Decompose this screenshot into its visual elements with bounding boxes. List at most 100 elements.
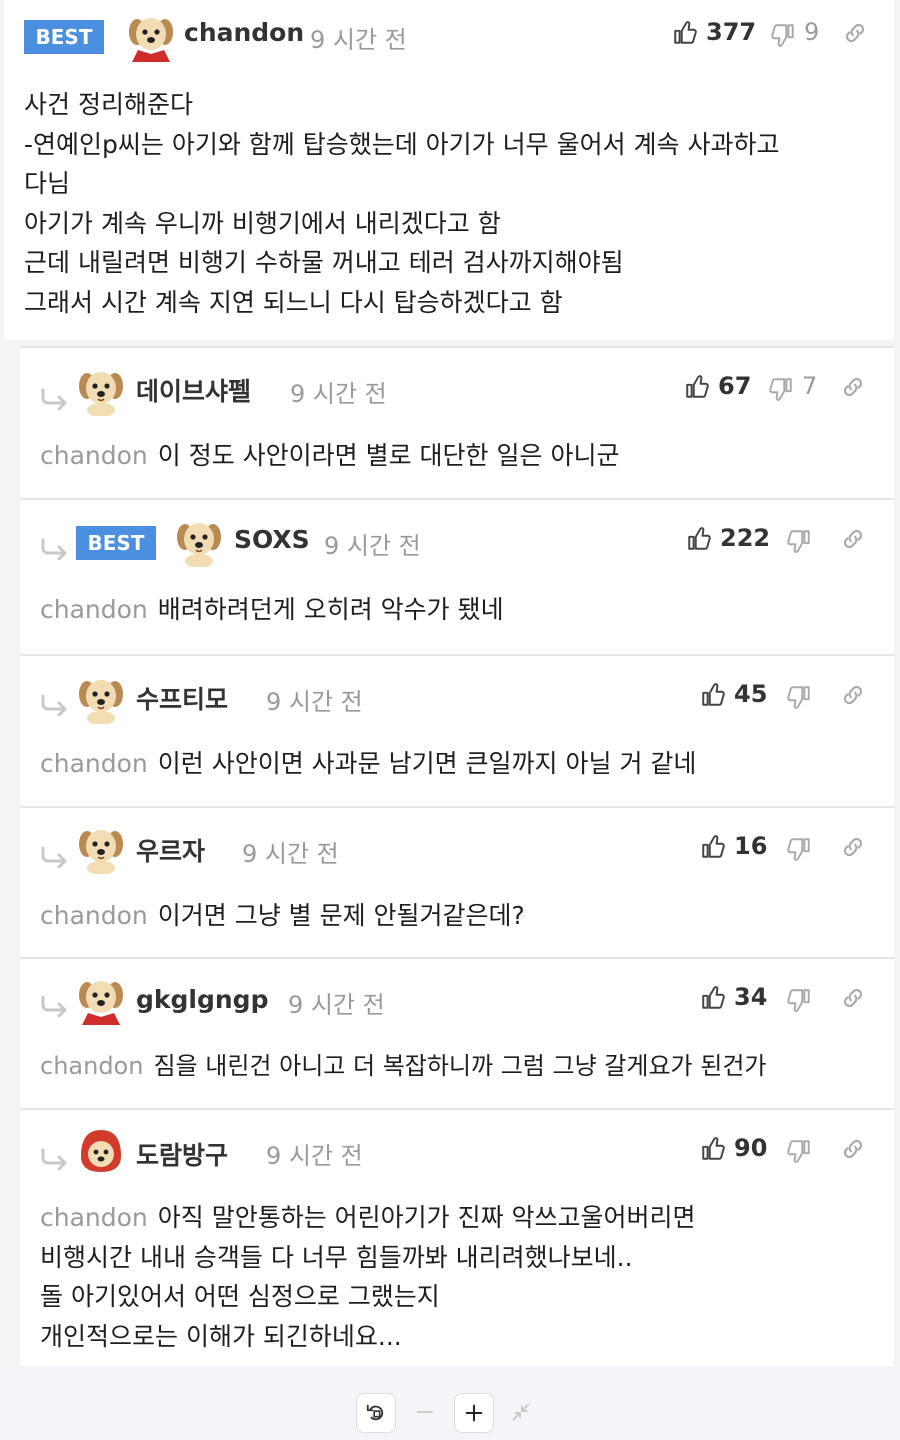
link-icon[interactable]: [840, 985, 866, 1011]
like-count: 16: [734, 832, 768, 860]
reply-nickname[interactable]: 데이브샤펠: [136, 372, 251, 408]
reply-line: 비행시간 내내 승객들 다 너무 힘들까봐 내리려했나보네..: [40, 1242, 633, 1272]
zoom-in-button[interactable]: [454, 1393, 494, 1433]
reply-nickname[interactable]: 도람방구: [136, 1136, 228, 1172]
reply-line: 짐을 내린건 아니고 더 복잡하니까 그럼 그냥 갈게요가 된건가: [153, 1052, 767, 1080]
mention-tag[interactable]: chandon: [40, 749, 148, 778]
mention-tag[interactable]: chandon: [40, 1052, 143, 1080]
reply-time: 9 시간 전: [288, 991, 385, 1019]
reply-body: chandon 이거면 그냥 별 문제 안될거같은데?: [40, 896, 525, 936]
reply-body: chandon 짐을 내린건 아니고 더 복잡하니까 그럼 그냥 갈게요가 된건가: [40, 1047, 766, 1087]
puppy-avatar-icon[interactable]: [76, 1126, 126, 1176]
thumbs-down-icon[interactable]: [786, 1138, 812, 1164]
reply-line: 개인적으로는 이해가 되긴하네요...: [40, 1321, 402, 1351]
thumbs-down-icon[interactable]: [786, 528, 812, 554]
reply-body: chandon 이 정도 사안이라면 별로 대단한 일은 아니군: [40, 436, 619, 476]
thumbs-down-icon[interactable]: [786, 987, 812, 1013]
reply-line: 배려하려던게 오히려 악수가 됐네: [157, 595, 504, 624]
dislike-count: 9: [804, 18, 820, 46]
reply-arrow-icon: [40, 846, 70, 868]
zoom-out-icon: [416, 1411, 434, 1413]
comment-page: BEST chandon 9 시간 전 377 9 사건 정리해준다 -연예인p…: [0, 0, 900, 1440]
puppy-avatar-icon[interactable]: [126, 12, 176, 62]
thumbs-up-icon[interactable]: [700, 682, 726, 708]
like-count: 222: [720, 524, 771, 552]
reply-arrow-icon: [40, 995, 70, 1017]
reply-body: chandon 아직 말안통하는 어린아기가 진짜 악쓰고울어버리면 비행시간 내…: [40, 1198, 696, 1356]
reply-time: 9 시간 전: [266, 688, 363, 716]
puppy-avatar-icon[interactable]: [76, 674, 126, 724]
reply-line: 이거면 그냥 별 문제 안될거같은데?: [157, 901, 525, 930]
reply-nickname[interactable]: 수프티모: [136, 680, 228, 716]
dislike-count: 7: [802, 372, 818, 400]
reply-arrow-icon: [40, 388, 70, 410]
puppy-avatar-icon[interactable]: [174, 517, 224, 567]
reply-body: chandon 배려하려던게 오히려 악수가 됐네: [40, 590, 504, 630]
reply-nickname[interactable]: 우르자: [136, 832, 205, 868]
mention-tag[interactable]: chandon: [40, 1203, 148, 1232]
thumbs-down-icon[interactable]: [786, 836, 812, 862]
like-count: 90: [734, 1134, 768, 1162]
like-count: 45: [734, 680, 768, 708]
comment-time: 9 시간 전: [310, 26, 407, 54]
link-icon[interactable]: [842, 20, 868, 46]
mention-tag[interactable]: chandon: [40, 595, 148, 624]
thumbs-down-icon[interactable]: [768, 376, 794, 402]
like-count: 67: [718, 372, 752, 400]
puppy-avatar-icon[interactable]: [76, 824, 126, 874]
reply-line: 돌 아기있어서 어떤 심정으로 그랬는지: [40, 1282, 440, 1311]
puppy-avatar-icon[interactable]: [76, 975, 126, 1025]
reply-nickname[interactable]: SOXS: [234, 525, 310, 554]
rotate-icon: [366, 1404, 384, 1421]
link-icon[interactable]: [840, 374, 866, 400]
like-count: 377: [706, 18, 757, 46]
thumbs-up-icon[interactable]: [700, 1136, 726, 1162]
thumbs-up-icon[interactable]: [700, 985, 726, 1011]
collapse-icon: [512, 1403, 530, 1421]
reply-line: 이런 사안이면 사과문 남기면 큰일까지 아닐 거 같네: [157, 749, 697, 778]
comment-line: 그래서 시간 계속 지연 되느니 다시 탑승하겠다고 함: [24, 287, 563, 317]
thumbs-up-icon[interactable]: [686, 526, 712, 552]
link-icon[interactable]: [840, 1136, 866, 1162]
comment-nickname[interactable]: chandon: [184, 18, 304, 47]
reply-item: 데이브샤펠 9 시간 전 67 7 chandon 이 정도 사안이라면 별로 대…: [20, 346, 894, 498]
reply-nickname[interactable]: gkglgngp: [136, 985, 268, 1014]
reply-time: 9 시간 전: [324, 532, 421, 560]
link-icon[interactable]: [840, 834, 866, 860]
comment-line: 아기가 계속 우니까 비행기에서 내리겠다고 함: [24, 208, 501, 238]
reply-item: 도람방구 9 시간 전 90 chandon 아직 말안통하는 어린아기가 진짜 …: [20, 1108, 894, 1368]
link-icon[interactable]: [840, 682, 866, 708]
comment-body: 사건 정리해준다 -연예인p씨는 아기와 함께 탑승했는데 아기가 너무 울어서…: [24, 85, 779, 322]
thumbs-up-icon[interactable]: [684, 374, 710, 400]
reply-item: 우르자 9 시간 전 16 chandon 이거면 그냥 별 문제 안될거같은데?: [20, 806, 894, 958]
rotate-button[interactable]: [356, 1393, 396, 1433]
link-icon[interactable]: [840, 526, 866, 552]
reply-body: chandon 이런 사안이면 사과문 남기면 큰일까지 아닐 거 같네: [40, 744, 696, 784]
zoom-out-button[interactable]: [406, 1393, 444, 1431]
reply-time: 9 시간 전: [290, 380, 387, 408]
collapse-button[interactable]: [502, 1393, 540, 1431]
viewer-toolbar: [0, 1366, 900, 1440]
thumbs-down-icon[interactable]: [770, 22, 796, 48]
thumbs-up-icon[interactable]: [700, 834, 726, 860]
zoom-in-icon: [465, 1404, 483, 1422]
best-badge: BEST: [76, 526, 156, 560]
mention-tag[interactable]: chandon: [40, 901, 148, 930]
best-badge: BEST: [24, 20, 104, 54]
reply-time: 9 시간 전: [242, 840, 339, 868]
thumbs-down-icon[interactable]: [786, 684, 812, 710]
reply-time: 9 시간 전: [266, 1142, 363, 1170]
comment-line: 사건 정리해준다: [24, 90, 193, 119]
comment-line: 다님: [24, 169, 71, 198]
thumbs-up-icon[interactable]: [672, 20, 698, 46]
reply-line: 아직 말안통하는 어린아기가 진짜 악쓰고울어버리면: [157, 1203, 696, 1232]
reply-item: gkglgngp 9 시간 전 34 chandon 짐을 내린건 아니고 더 복…: [20, 957, 894, 1109]
reply-line: 이 정도 사안이라면 별로 대단한 일은 아니군: [157, 441, 620, 470]
reply-arrow-icon: [40, 694, 70, 716]
best-comment: BEST chandon 9 시간 전 377 9 사건 정리해준다 -연예인p…: [4, 0, 894, 340]
reply-arrow-icon: [40, 538, 70, 560]
like-count: 34: [734, 983, 768, 1011]
mention-tag[interactable]: chandon: [40, 441, 148, 470]
puppy-avatar-icon[interactable]: [76, 366, 126, 416]
reply-item: BEST SOXS 9 시간 전 222 chandon 배려하려던게 오히려 악…: [20, 498, 894, 655]
